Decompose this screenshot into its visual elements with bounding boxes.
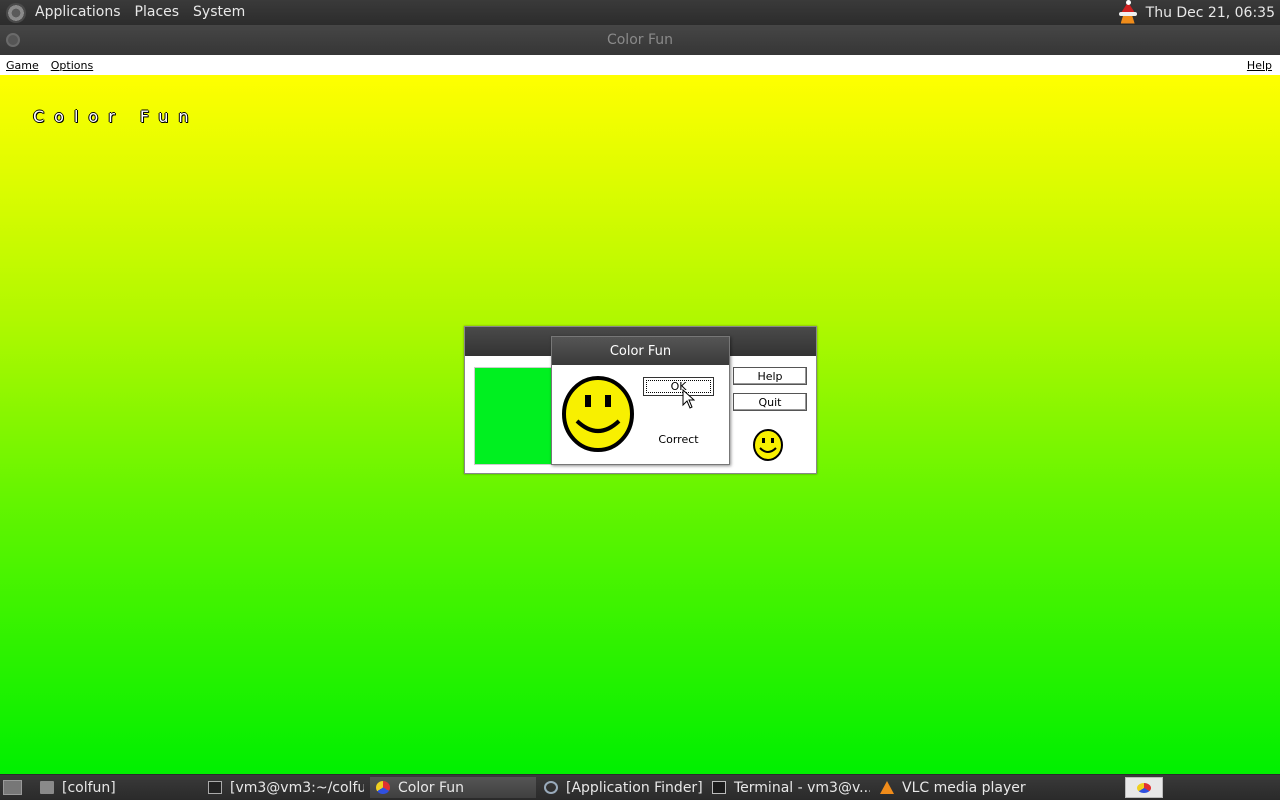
application-finder-icon xyxy=(544,781,558,794)
taskbar-item-vlc[interactable]: VLC media player xyxy=(874,777,1038,798)
window-title: Color Fun xyxy=(606,32,674,48)
color-swatch xyxy=(474,367,554,465)
taskbar-item-label: [Application Finder] xyxy=(566,779,702,796)
taskbar-item-label: [colfun] xyxy=(62,779,116,796)
quit-button[interactable]: Quit xyxy=(733,393,807,411)
help-button[interactable]: Help xyxy=(733,367,807,385)
clock[interactable]: Thu Dec 21, 06:35 xyxy=(1146,5,1275,21)
mouse-cursor-icon xyxy=(682,389,695,409)
taskbar-item-label: Color Fun xyxy=(398,779,465,796)
game-title: Color Fun xyxy=(33,107,199,126)
terminal-icon xyxy=(712,781,726,794)
terminal-icon xyxy=(208,781,222,794)
taskbar-item-terminal[interactable]: Terminal - vm3@v... xyxy=(706,777,870,798)
show-desktop-icon[interactable] xyxy=(3,780,22,795)
taskbar-item-label: Terminal - vm3@v... xyxy=(734,779,870,796)
big-smiley-icon xyxy=(562,376,634,452)
vlc-icon xyxy=(880,781,894,794)
result-dialog-titlebar[interactable]: Color Fun xyxy=(552,337,729,365)
taskbar-item-label: [vm3@vm3:~/colfun] xyxy=(230,779,364,796)
distro-logo-icon[interactable] xyxy=(6,2,26,23)
result-dialog-title: Color Fun xyxy=(609,343,672,359)
game-area: Color Fun Help Quit Color Fun OK Correct xyxy=(0,75,1280,774)
taskbar-item-color-fun[interactable]: Color Fun xyxy=(370,777,536,798)
applications-menu[interactable]: Applications xyxy=(28,0,128,25)
vlc-santa-icon[interactable] xyxy=(1118,0,1138,24)
menu-game[interactable]: Game xyxy=(0,59,45,72)
color-fun-icon xyxy=(376,781,390,794)
result-dialog: Color Fun OK Correct xyxy=(551,336,730,465)
taskbar-item-label: VLC media player xyxy=(902,779,1026,796)
system-menu[interactable]: System xyxy=(186,0,252,25)
menubar: Game Options Help xyxy=(0,55,1280,75)
result-message: Correct xyxy=(658,433,699,446)
ok-focus-ring xyxy=(646,380,711,393)
taskbar-item-application-finder[interactable]: [Application Finder] xyxy=(538,777,702,798)
taskbar-item-colfun[interactable]: [colfun] xyxy=(34,777,196,798)
places-menu[interactable]: Places xyxy=(128,0,187,25)
taskbar: [colfun] [vm3@vm3:~/colfun] Color Fun [A… xyxy=(0,775,1280,800)
menu-help[interactable]: Help xyxy=(1247,59,1280,72)
taskbar-item-terminal-colfun[interactable]: [vm3@vm3:~/colfun] xyxy=(202,777,364,798)
menu-options[interactable]: Options xyxy=(45,59,99,72)
panel-tray: Thu Dec 21, 06:35 xyxy=(1118,0,1280,24)
folder-icon xyxy=(40,781,54,794)
window-menu-icon[interactable] xyxy=(6,33,20,47)
tray-color-fun-icon[interactable] xyxy=(1125,777,1163,798)
ok-button[interactable]: OK xyxy=(643,377,714,396)
small-smiley-icon xyxy=(753,429,783,461)
window-titlebar[interactable]: Color Fun xyxy=(0,25,1280,55)
top-panel: Applications Places System Thu Dec 21, 0… xyxy=(0,0,1280,25)
